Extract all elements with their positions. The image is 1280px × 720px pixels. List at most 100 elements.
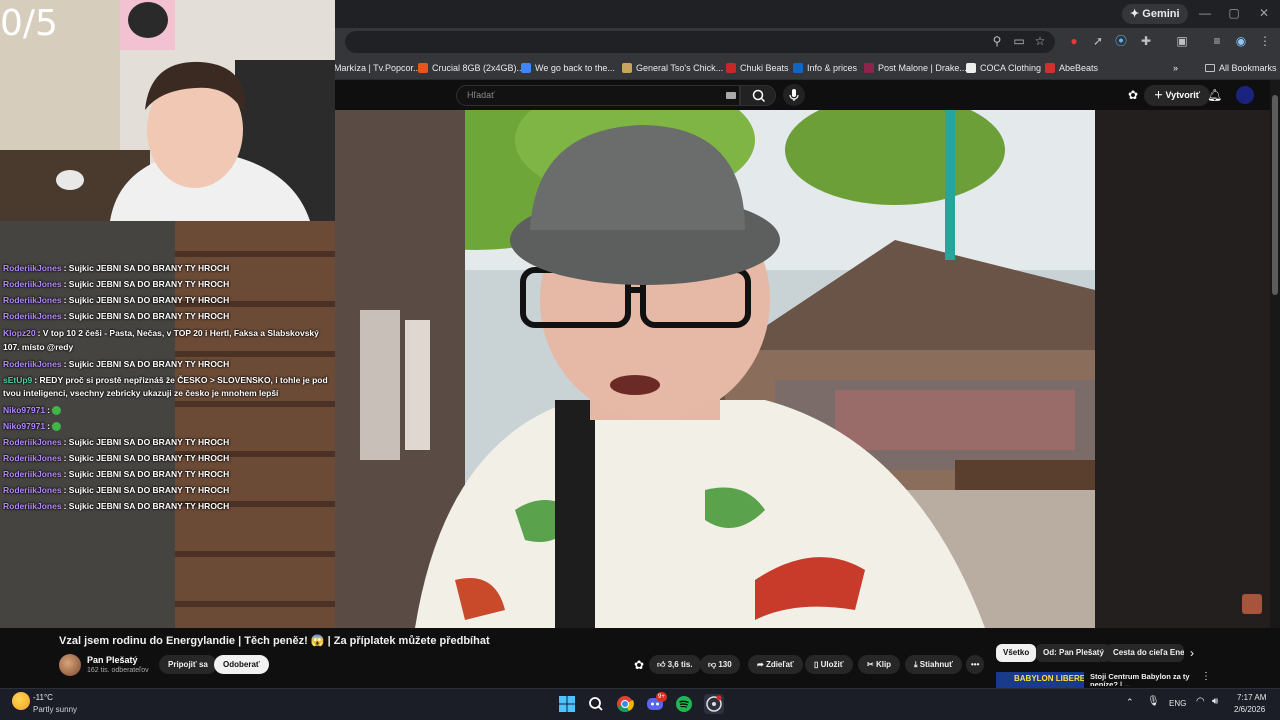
- voice-search-button[interactable]: [783, 84, 805, 106]
- clip-button[interactable]: ✂ Klip: [858, 655, 901, 674]
- search-input[interactable]: Hľadať: [456, 85, 740, 106]
- sidebar-video-thumbnail[interactable]: BABYLON LIBEREC: [996, 672, 1084, 688]
- scrollbar-thumb[interactable]: [1272, 95, 1278, 295]
- bookmark-item[interactable]: Info & prices: [793, 56, 857, 80]
- join-button[interactable]: Pripojiť sa: [159, 655, 217, 674]
- chat-text: Sujkic JEBNI SA DO BRANY TY HROCH: [68, 501, 230, 511]
- mini-avatar-icon[interactable]: [1242, 594, 1262, 614]
- extension-gear-icon[interactable]: ✿: [1126, 88, 1140, 102]
- bookmark-favicon-icon: [966, 63, 976, 73]
- extension-arrow-icon[interactable]: ➚: [1090, 33, 1106, 49]
- channel-subscriber-count: 162 tis. odberateľov: [87, 667, 149, 674]
- chat-message: RoderiikJones: Sujkic JEBNI SA DO BRANY …: [3, 279, 230, 289]
- address-bar[interactable]: [345, 31, 1055, 53]
- restore-icon[interactable]: ▢: [1227, 6, 1241, 20]
- chat-text: Sujkic JEBNI SA DO BRANY TY HROCH: [68, 311, 230, 321]
- stream-counter: 0/5: [0, 3, 58, 44]
- discord-badge: 9+: [656, 692, 667, 702]
- sidebar-video-menu-icon[interactable]: ⋮: [1201, 671, 1211, 682]
- extensions-puzzle-icon[interactable]: ✚: [1138, 33, 1154, 49]
- save-button[interactable]: ▯ Uložiť: [805, 655, 853, 674]
- subscribe-button[interactable]: Odoberať: [214, 655, 269, 674]
- chat-message: RoderiikJones: Sujkic JEBNI SA DO BRANY …: [3, 359, 230, 369]
- zoom-icon[interactable]: ⚲: [989, 33, 1005, 49]
- reading-list-icon[interactable]: ≡: [1209, 33, 1225, 49]
- account-avatar[interactable]: [1236, 86, 1254, 104]
- chat-message: RoderiikJones: Sujkic JEBNI SA DO BRANY …: [3, 453, 230, 463]
- share-label: Zdieľať: [765, 660, 794, 669]
- search-placeholder: Hľadať: [467, 90, 495, 100]
- bookmark-item[interactable]: Markíza | Tv.Popcor...: [334, 56, 421, 80]
- extension-opera-icon[interactable]: ●: [1066, 33, 1082, 49]
- chrome-icon[interactable]: [615, 694, 635, 714]
- chevron-right-icon[interactable]: ›: [1190, 646, 1194, 660]
- extension-gear-icon[interactable]: ✿: [632, 658, 646, 672]
- obs-icon[interactable]: [704, 694, 724, 714]
- weather-icon[interactable]: [12, 692, 30, 710]
- notifications-bell-icon[interactable]: 🔔︎: [1207, 88, 1222, 102]
- chip-from-channel[interactable]: Od: Pan Plešatý: [1036, 644, 1111, 662]
- weather-description[interactable]: Partly sunny: [33, 705, 77, 714]
- minimize-icon[interactable]: —: [1198, 6, 1212, 20]
- chat-message: RoderiikJones: Sujkic JEBNI SA DO BRANY …: [3, 263, 230, 273]
- like-button[interactable]: 👍︎ 3,6 tis.: [649, 655, 701, 674]
- thumbnail-text: BABYLON LIBEREC: [1014, 674, 1084, 683]
- bookmark-item[interactable]: AbeBeats: [1045, 56, 1098, 80]
- channel-name[interactable]: Pan Plešatý: [87, 655, 138, 665]
- language-indicator[interactable]: ENG: [1169, 699, 1186, 708]
- tray-overflow-icon[interactable]: ⌃: [1126, 697, 1134, 708]
- bookmark-favicon-icon: [521, 63, 531, 73]
- close-icon[interactable]: ✕: [1257, 6, 1271, 20]
- bookmark-star-icon[interactable]: ☆: [1032, 33, 1048, 49]
- chat-username: RoderiikJones: [3, 485, 62, 495]
- browser-menu-icon[interactable]: ⋮: [1257, 33, 1273, 49]
- clock-date[interactable]: 2/6/2026: [1234, 705, 1265, 714]
- channel-avatar[interactable]: [59, 654, 81, 676]
- download-button[interactable]: ⤓ Stiahnuť: [905, 655, 962, 674]
- bookmark-item[interactable]: COCA Clothing: [966, 56, 1041, 80]
- gemini-button[interactable]: ✦ Gemini: [1122, 4, 1188, 24]
- extension-sound-icon[interactable]: ⦿: [1113, 33, 1129, 49]
- taskbar-search-icon[interactable]: [586, 694, 606, 714]
- chat-messages: RoderiikJones: Sujkic JEBNI SA DO BRANY …: [3, 260, 333, 514]
- bookmark-label: Crucial 8GB (2x4GB)...: [432, 63, 525, 73]
- install-icon[interactable]: ▭: [1011, 33, 1027, 49]
- bookmark-item[interactable]: Post Malone | Drake...: [864, 56, 967, 80]
- bookmark-item[interactable]: Crucial 8GB (2x4GB)...: [418, 56, 524, 80]
- video-player[interactable]: [335, 110, 1095, 628]
- bookmark-item[interactable]: General Tso's Chick...: [622, 56, 723, 80]
- all-bookmarks-button[interactable]: All Bookmarks: [1205, 56, 1277, 80]
- dislike-button[interactable]: 👎︎ 130: [700, 655, 740, 674]
- chat-username: RoderiikJones: [3, 437, 62, 447]
- tray-microphone-icon[interactable]: 🎙︎: [1147, 696, 1160, 707]
- bookmark-item[interactable]: Chuki Beats: [726, 56, 789, 80]
- volume-icon[interactable]: 🔊︎: [1212, 696, 1218, 707]
- chat-text: Sujkic JEBNI SA DO BRANY TY HROCH: [68, 469, 230, 479]
- chat-text: Sujkic JEBNI SA DO BRANY TY HROCH: [68, 279, 230, 289]
- bookmark-favicon-icon: [864, 63, 874, 73]
- chat-text: Sujkic JEBNI SA DO BRANY TY HROCH: [68, 359, 230, 369]
- sidebar-video-title[interactable]: Stoji Centrum Babylon za ty peníze? | ..…: [1090, 673, 1195, 686]
- profile-avatar-icon[interactable]: ◉: [1233, 33, 1249, 49]
- scissors-icon: ✂: [867, 660, 876, 669]
- chat-username: sEtUp9: [3, 375, 33, 385]
- weather-temperature[interactable]: -11°C: [33, 693, 53, 702]
- bookmark-favicon-icon: [1045, 63, 1055, 73]
- share-button[interactable]: ➦ Zdieľať: [748, 655, 803, 674]
- spotify-icon[interactable]: [674, 694, 694, 714]
- windows-start-icon[interactable]: [557, 694, 577, 714]
- video-side-area: [1095, 110, 1270, 628]
- clock-time[interactable]: 7:17 AM: [1237, 693, 1266, 702]
- keyboard-icon[interactable]: [726, 92, 736, 99]
- save-icon: ▯: [814, 660, 821, 669]
- bookmark-favicon-icon: [793, 63, 803, 73]
- search-button[interactable]: [740, 85, 776, 106]
- bookmark-label: We go back to the...: [535, 63, 615, 73]
- chip-all[interactable]: Všetko: [996, 644, 1037, 662]
- create-button[interactable]: ＋ Vytvoriť: [1144, 85, 1211, 106]
- wifi-icon[interactable]: ◠: [1196, 696, 1205, 707]
- side-panel-icon[interactable]: ▣: [1174, 33, 1190, 49]
- bookmark-item[interactable]: We go back to the...: [521, 56, 615, 80]
- bookmarks-overflow-icon[interactable]: »: [1173, 56, 1178, 80]
- chip-energylandia[interactable]: Cesta do cieľa Energ: [1106, 644, 1184, 662]
